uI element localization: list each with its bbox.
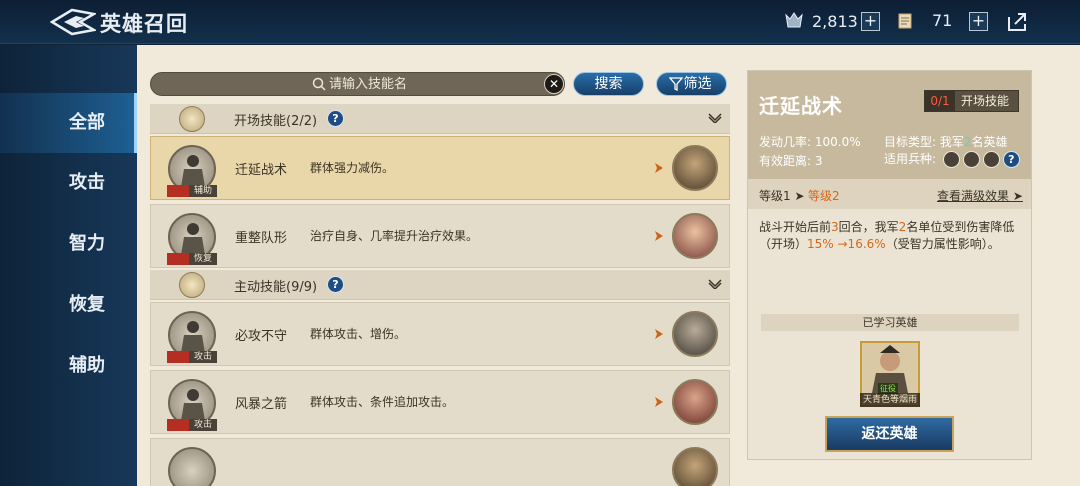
hero-avatar[interactable] [672, 145, 718, 191]
arrow-right-icon [655, 231, 663, 241]
scroll-count: 71 [932, 11, 953, 30]
help-icon[interactable]: ? [1002, 151, 1020, 168]
skill-list: 开场技能(2/2) ? 辅助 迁延战术 群体强力减伤。 恢复 重整队形 治疗自身… [150, 104, 730, 486]
trigger-rate: 发动几率: 100.0% [759, 135, 861, 149]
skill-name: 迁延战术 [235, 163, 288, 178]
search-button[interactable]: 搜索 [573, 72, 644, 96]
chevron-down-icon[interactable] [708, 279, 722, 289]
skill-row[interactable]: 恢复 重整队形 治疗自身、几率提升治疗效果。 [150, 204, 730, 268]
page-title: 英雄召回 [100, 12, 188, 36]
skill-row[interactable]: 攻击 风暴之箭 群体攻击、条件追加攻击。 [150, 370, 730, 434]
scroll-icon [898, 13, 912, 29]
add-scroll-button[interactable]: + [969, 12, 988, 31]
troop-sword-icon [942, 151, 960, 168]
arrow-right-icon [655, 163, 663, 173]
view-max-level-link[interactable]: 查看满级效果 ➤ [937, 187, 1023, 204]
target-type: 目标类型: 我军2名英雄 [884, 135, 1008, 149]
share-icon[interactable] [1007, 12, 1029, 32]
level-bar: 等级1 ➤ 等级2 查看满级效果 ➤ [748, 179, 1031, 209]
skill-type-tag: 恢复 [167, 253, 217, 265]
help-icon[interactable]: ? [327, 276, 344, 293]
detail-header: 迁延战术 0/1 开场技能 发动几率: 100.0% 有效距离: 3 目标类型: … [748, 71, 1031, 179]
skill-name: 必攻不守 [235, 329, 288, 344]
filter-icon [669, 77, 683, 91]
chevron-down-icon[interactable] [708, 113, 722, 123]
crest-icon [785, 12, 803, 28]
feather-icon [179, 106, 205, 132]
sidebar-item-all[interactable]: 全部 [0, 93, 137, 153]
skill-name: 重整队形 [235, 231, 288, 246]
back-logo-icon[interactable] [50, 8, 96, 36]
category-sidebar: 全部 攻击 智力 恢复 辅助 [0, 45, 137, 486]
skill-icon [168, 447, 216, 486]
hero-avatar[interactable] [672, 213, 718, 259]
group-title: 主动技能(9/9) [234, 280, 318, 295]
current-level: 等级1 ➤ [759, 189, 805, 203]
learned-hero-caption: 天青色等烟雨 [860, 393, 920, 407]
skill-name: 风暴之箭 [235, 397, 288, 412]
skill-row[interactable]: 攻击 必攻不守 群体攻击、增伤。 [150, 302, 730, 366]
group-title: 开场技能(2/2) [234, 114, 318, 129]
skill-row[interactable]: 辅助 迁延战术 群体强力减伤。 [150, 136, 730, 200]
filter-button[interactable]: 筛选 [656, 72, 727, 96]
detail-title: 迁延战术 [759, 94, 843, 118]
next-level: 等级2 [808, 189, 840, 203]
help-icon[interactable]: ? [327, 110, 344, 127]
scroll-resource [895, 11, 923, 31]
search-input[interactable] [329, 74, 529, 94]
hero-avatar[interactable] [672, 379, 718, 425]
top-bar: 英雄召回 2,813 + 71 + [0, 0, 1080, 44]
effective-range: 有效距离: 3 [759, 154, 823, 168]
hero-avatar[interactable] [672, 447, 718, 486]
search-bar: ✕ [150, 72, 565, 96]
group-header-opening[interactable]: 开场技能(2/2) ? [150, 104, 730, 134]
skill-effect-text: 战斗开始后前3回合，我军2名单位受到伤害降低（开场）15% →16.6%（受智力… [759, 220, 1015, 251]
learned-heroes-header: 已学习英雄 [761, 314, 1019, 331]
crest-count: 2,813 [812, 11, 858, 31]
clear-search-button[interactable]: ✕ [544, 74, 564, 94]
skill-type-tag: 攻击 [167, 351, 217, 363]
skill-description: 治疗自身、几率提升治疗效果。 [310, 229, 479, 243]
skill-description: 群体攻击、条件追加攻击。 [310, 395, 455, 409]
slot-type: 开场技能 [961, 94, 1010, 108]
wings-icon [179, 272, 205, 298]
sidebar-item-intelligence[interactable]: 智力 [0, 214, 137, 274]
skill-type-tag: 攻击 [167, 419, 217, 431]
slot-count: 0/1 [925, 91, 955, 111]
slot-badge: 0/1 开场技能 [924, 90, 1019, 112]
group-header-active[interactable]: 主动技能(9/9) ? [150, 270, 730, 300]
sidebar-item-recovery[interactable]: 恢复 [0, 275, 137, 335]
skill-detail-panel: 迁延战术 0/1 开场技能 发动几率: 100.0% 有效距离: 3 目标类型: … [747, 70, 1032, 460]
add-crest-button[interactable]: + [861, 12, 880, 31]
return-hero-button[interactable]: 返还英雄 [825, 416, 954, 452]
troop-target-icon [962, 151, 980, 168]
troop-horse-icon [982, 151, 1000, 168]
skill-description: 群体攻击、增伤。 [310, 327, 407, 341]
troop-types: 适用兵种: ? [884, 150, 1020, 168]
sidebar-item-support[interactable]: 辅助 [0, 336, 137, 396]
skill-row[interactable] [150, 438, 730, 486]
search-icon [312, 77, 326, 91]
filter-label: 筛选 [683, 76, 712, 92]
crest-resource: 2,813 [784, 11, 858, 31]
skill-description: 群体强力减伤。 [310, 161, 395, 175]
hero-avatar[interactable] [672, 311, 718, 357]
arrow-right-icon [655, 329, 663, 339]
sidebar-item-attack[interactable]: 攻击 [0, 153, 137, 213]
skill-type-tag: 辅助 [167, 185, 217, 197]
arrow-right-icon [655, 397, 663, 407]
